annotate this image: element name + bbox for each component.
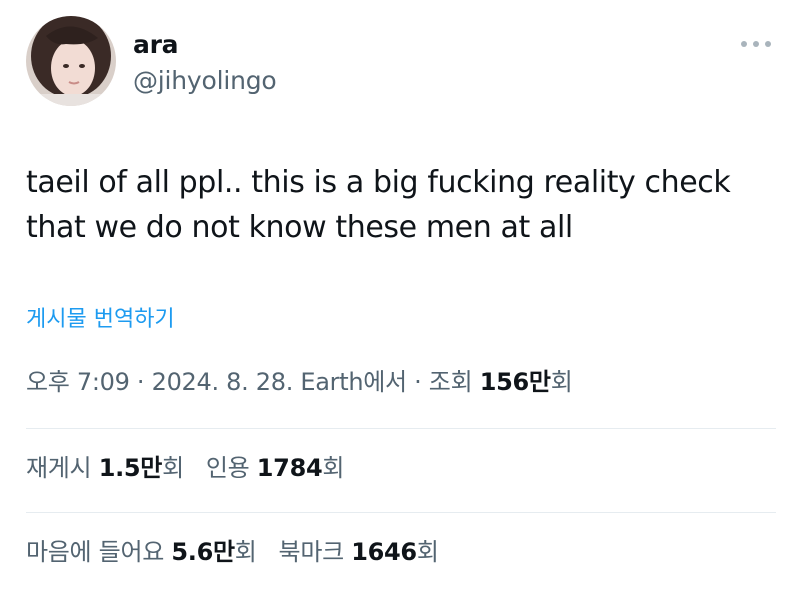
views-count: 156만: [479, 368, 551, 396]
views-label: 조회: [428, 368, 473, 396]
reposts-stat[interactable]: 재게시 1.5만회: [26, 452, 184, 484]
more-dots-icon: [741, 41, 771, 47]
quotes-count: 1784: [256, 454, 323, 482]
bookmarks-suffix: 회: [416, 538, 439, 566]
quotes-suffix: 회: [322, 454, 345, 482]
tweet-text: taeil of all ppl.. this is a big fucking…: [26, 160, 786, 250]
avatar[interactable]: [26, 16, 116, 106]
display-name[interactable]: ara: [133, 30, 178, 60]
engagement-row: 마음에 들어요 5.6만회 북마크 1646회: [26, 536, 461, 568]
quotes-stat[interactable]: 인용 1784회: [205, 452, 345, 484]
meta-separator: ·: [406, 368, 429, 396]
likes-count: 5.6만: [171, 538, 235, 566]
likes-suffix: 회: [234, 538, 257, 566]
translate-post-link[interactable]: 게시물 번역하기: [26, 305, 175, 335]
divider: [26, 512, 776, 513]
more-options-button[interactable]: [738, 34, 774, 54]
tweet-time[interactable]: 오후 7:09: [26, 368, 130, 396]
quotes-label: 인용: [205, 454, 250, 482]
bookmarks-label: 북마크: [278, 538, 345, 566]
tweet-line: that we do not know these men at all: [26, 210, 573, 245]
likes-label: 마음에 들어요: [26, 538, 165, 566]
user-handle[interactable]: @jihyolingo: [133, 66, 277, 96]
tweet-source: Earth에서: [300, 368, 407, 396]
likes-stat[interactable]: 마음에 들어요 5.6만회: [26, 536, 257, 568]
tweet-meta: 오후 7:09 · 2024. 8. 28. Earth에서 · 조회 156만…: [26, 366, 573, 398]
tweet-date[interactable]: 2024. 8. 28.: [152, 368, 294, 396]
engagement-row: 재게시 1.5만회 인용 1784회: [26, 452, 366, 484]
views-suffix: 회: [550, 368, 573, 396]
tweet-line: taeil of all ppl.. this is a big fucking…: [26, 165, 731, 200]
reposts-count: 1.5만: [98, 454, 163, 482]
bookmarks-stat[interactable]: 북마크 1646회: [279, 536, 439, 568]
reposts-suffix: 회: [162, 454, 184, 482]
profile-photo-icon: [26, 16, 116, 106]
divider: [26, 428, 776, 429]
meta-separator: ·: [129, 368, 152, 396]
reposts-label: 재게시: [26, 454, 92, 482]
bookmarks-count: 1646: [351, 538, 417, 566]
